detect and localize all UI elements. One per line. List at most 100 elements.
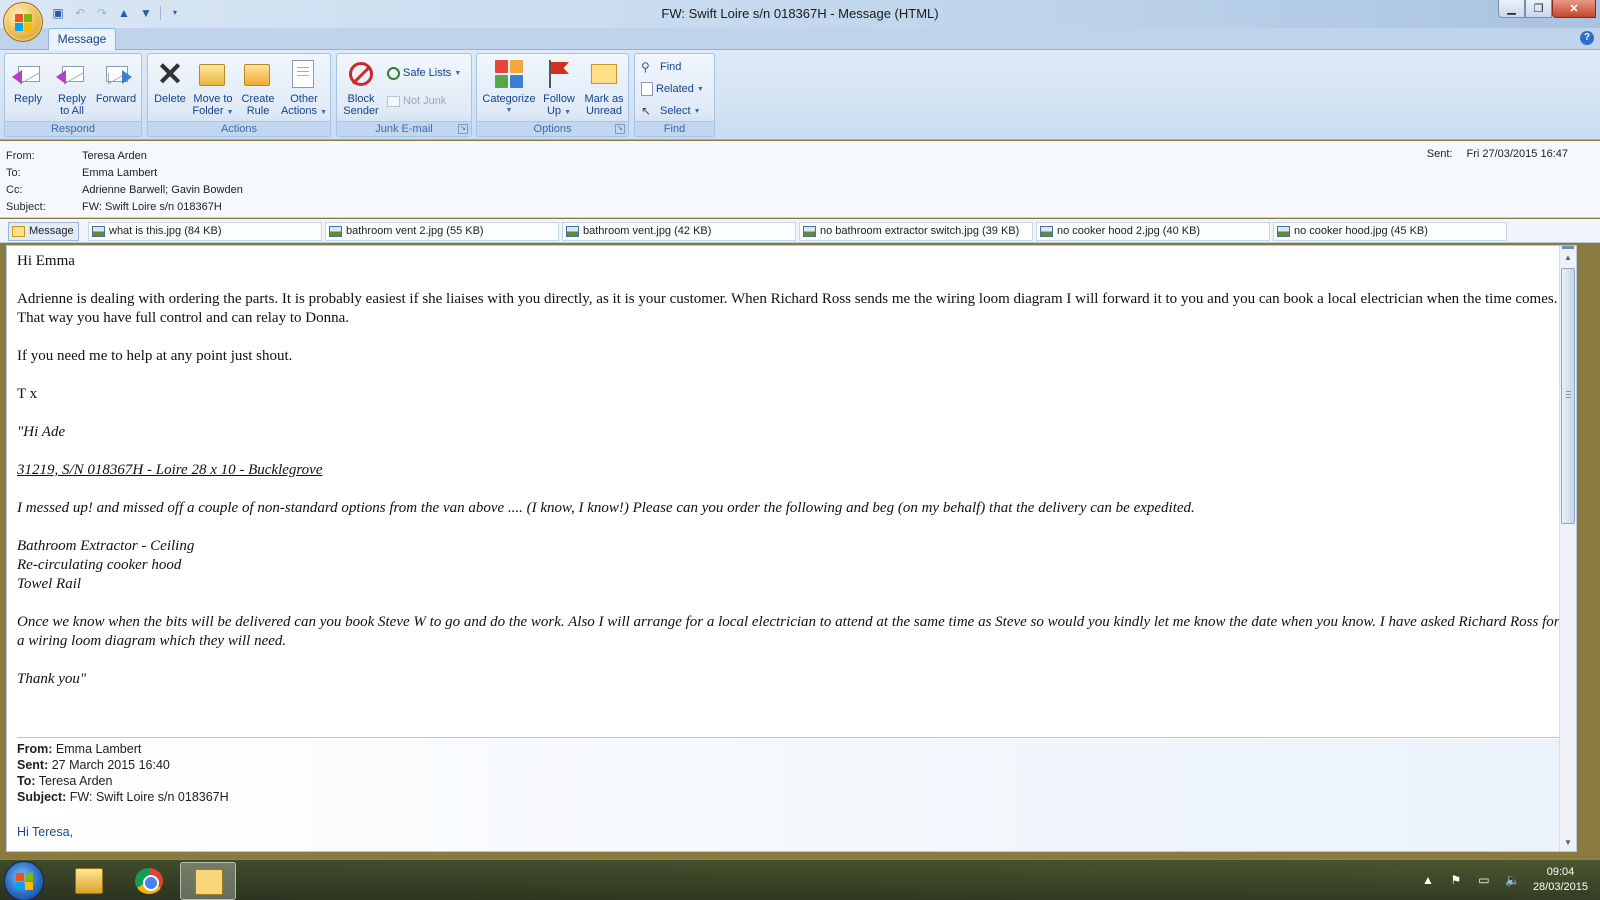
start-button[interactable] [4, 861, 44, 900]
mark-label-line2: Unread [585, 105, 623, 117]
from-row: From: Teresa Arden [6, 148, 147, 164]
attachment-message[interactable]: Message [8, 222, 79, 241]
dialog-launcher-icon[interactable]: ↘ [615, 124, 625, 134]
cc-label: Cc: [6, 184, 23, 196]
block-label-line1: Block [347, 93, 375, 105]
volume-icon[interactable]: 🔈 [1505, 873, 1520, 887]
scroll-up-icon[interactable]: ▲ [1560, 250, 1576, 266]
attachment-item[interactable]: no cooker hood.jpg (45 KB) [1273, 222, 1507, 241]
delete-icon: ✕ [156, 56, 184, 92]
follow-up-button[interactable]: Follow Up ▼ [539, 58, 579, 119]
image-file-icon [329, 226, 342, 237]
list-item: Towel Rail [17, 576, 82, 592]
greeting: Hi Emma [17, 253, 75, 269]
reply-all-label-line2: to All [60, 105, 84, 117]
taskbar-outlook-message[interactable] [180, 862, 236, 900]
block-sender-icon [345, 58, 377, 90]
to-label: To: [6, 167, 21, 179]
group-label-actions: Actions [148, 121, 330, 136]
reply-label: Reply [13, 93, 43, 105]
delete-button[interactable]: ✕ Delete [151, 58, 189, 105]
restore-button[interactable]: ❐ [1525, 0, 1552, 18]
attachment-item[interactable]: bathroom vent 2.jpg (55 KB) [325, 222, 559, 241]
fwd-to-label: To: [17, 774, 36, 788]
folder-icon [75, 868, 103, 894]
not-junk-button[interactable]: Not Junk [387, 92, 446, 110]
help-icon[interactable]: ? [1580, 31, 1594, 45]
related-button[interactable]: Related ▼ [641, 80, 704, 98]
select-button[interactable]: ↖ Select ▼ [641, 102, 701, 120]
taskbar-google-chrome[interactable] [121, 862, 177, 900]
message-body[interactable]: Hi Emma Adrienne is dealing with orderin… [6, 245, 1577, 852]
minimize-button[interactable]: ▁ [1498, 0, 1525, 18]
quote-reference: 31219, S/N 018367H - Loire 28 x 10 - Buc… [17, 462, 323, 478]
group-label-find: Find [635, 121, 714, 136]
fwd-from-row: From: Emma Lambert [17, 741, 1567, 757]
other-actions-button[interactable]: Other Actions ▼ [280, 58, 328, 119]
dropdown-arrow-icon: ▼ [226, 109, 234, 116]
attachment-label: Message [29, 225, 74, 237]
block-sender-button[interactable]: Block Sender [341, 58, 381, 117]
from-label: From: [6, 150, 35, 162]
reply-all-button[interactable]: Reply to All [53, 58, 91, 117]
not-junk-label: Not Junk [403, 95, 447, 107]
group-actions: ✕ Delete Move to Folder ▼ Create Rule Ot… [147, 53, 331, 137]
attachment-item[interactable]: bathroom vent.jpg (42 KB) [562, 222, 796, 241]
scroll-down-icon[interactable]: ▼ [1560, 835, 1576, 851]
to-row: To: Emma Lambert [6, 165, 157, 181]
clock-time: 09:04 [1546, 866, 1575, 878]
close-button[interactable]: ✕ [1552, 0, 1596, 18]
title-bar: ▣ ↶ ↷ ▲ ▼ ▾ FW: Swift Loire s/n 018367H … [0, 0, 1600, 42]
attachment-item[interactable]: no bathroom extractor switch.jpg (39 KB) [799, 222, 1033, 241]
attachment-item[interactable]: what is this.jpg (84 KB) [88, 222, 322, 241]
create-rule-button[interactable]: Create Rule [238, 58, 278, 117]
find-button[interactable]: ⚲ Find [641, 58, 681, 76]
image-file-icon [92, 226, 105, 237]
cursor-icon: ↖ [641, 104, 652, 118]
attachment-item[interactable]: no cooker hood 2.jpg (40 KB) [1036, 222, 1270, 241]
forward-button[interactable]: Forward [93, 58, 139, 105]
fwd-to-value: Teresa Arden [38, 774, 113, 788]
clock[interactable]: 09:04 28/03/2015 [1533, 865, 1588, 895]
from-value[interactable]: Teresa Arden [82, 150, 147, 162]
fwd-subject-value: FW: Swift Loire s/n 018367H [69, 790, 229, 804]
attachment-label: no cooker hood 2.jpg (40 KB) [1057, 225, 1201, 237]
move-label-line1: Move to [193, 93, 233, 105]
dialog-launcher-icon[interactable]: ↘ [458, 124, 468, 134]
clock-date: 28/03/2015 [1532, 881, 1588, 893]
mark-unread-icon [588, 58, 620, 90]
tab-message[interactable]: Message [48, 28, 116, 51]
scroll-thumb[interactable] [1561, 268, 1575, 524]
action-center-flag-icon[interactable]: ⚑ [1449, 873, 1463, 887]
create-rule-label-line1: Create [241, 93, 275, 105]
show-hidden-icons-icon[interactable]: ▲ [1421, 873, 1435, 887]
categorize-button[interactable]: Categorize ▼ [480, 58, 538, 117]
cc-value[interactable]: Adrienne Barwell; Gavin Bowden [82, 184, 243, 196]
office-button[interactable] [3, 2, 43, 42]
sent-row: Sent: Fri 27/03/2015 16:47 [1427, 148, 1568, 160]
system-tray: ▲ ⚑ ▭ 🔈 09:04 28/03/2015 [1421, 860, 1588, 900]
mark-unread-button[interactable]: Mark as Unread [581, 58, 627, 117]
other-actions-icon [288, 58, 320, 90]
vertical-scrollbar[interactable]: ▲ ▼ [1559, 246, 1576, 851]
taskbar-windows-explorer[interactable] [61, 862, 117, 900]
subject-value: FW: Swift Loire s/n 018367H [82, 201, 222, 213]
image-file-icon [1277, 226, 1290, 237]
attachment-label: bathroom vent 2.jpg (55 KB) [346, 225, 484, 237]
attachment-label: bathroom vent.jpg (42 KB) [583, 225, 712, 237]
scroll-split-handle[interactable] [1562, 246, 1574, 249]
sent-label: Sent: [1426, 148, 1453, 160]
network-icon[interactable]: ▭ [1477, 873, 1491, 887]
move-folder-icon [197, 58, 229, 90]
divider [17, 737, 1564, 738]
group-respond: Reply Reply to All Forward Respond [4, 53, 142, 137]
reply-button[interactable]: Reply [11, 58, 45, 105]
move-to-folder-button[interactable]: Move to Folder ▼ [190, 58, 236, 119]
categorize-icon [493, 58, 525, 90]
flag-icon [543, 58, 575, 90]
to-value[interactable]: Emma Lambert [82, 167, 157, 179]
other-actions-label-line2: Actions [280, 105, 318, 117]
safe-lists-button[interactable]: Safe Lists ▼ [387, 64, 461, 82]
attachment-label: what is this.jpg (84 KB) [109, 225, 222, 237]
image-file-icon [566, 226, 579, 237]
